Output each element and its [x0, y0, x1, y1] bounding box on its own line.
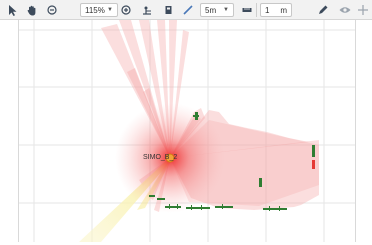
eye-icon[interactable]: [339, 0, 351, 20]
obstacle: [165, 206, 181, 208]
select-arrow-icon[interactable]: [6, 0, 18, 20]
crosshair-icon[interactable]: [357, 0, 369, 20]
obstacle: [157, 198, 165, 200]
obstacle: [263, 208, 287, 210]
pen-icon[interactable]: [317, 0, 329, 20]
grid-size-value: 1: [265, 5, 270, 15]
pan-hand-icon[interactable]: [26, 0, 38, 20]
pose-estimate-icon[interactable]: [141, 0, 153, 20]
zoom-out-icon[interactable]: [46, 0, 58, 20]
obstacle: [193, 115, 199, 117]
chevron-down-icon: ▼: [107, 7, 113, 13]
grid-size-field[interactable]: 1 m: [260, 3, 292, 17]
obstacle: [215, 206, 233, 208]
map-layers: [19, 20, 355, 242]
map-toolbar: 115% ▼ 5m ▼ 1 m: [0, 0, 372, 20]
chevron-down-icon: ▼: [223, 7, 229, 13]
obstacle: [259, 178, 262, 187]
length-value: 5m: [205, 5, 217, 15]
measure-icon[interactable]: [182, 0, 194, 20]
marker-icon[interactable]: [162, 0, 174, 20]
map-canvas[interactable]: SIMO_B_2: [18, 20, 356, 242]
obstacle: [186, 207, 210, 209]
obstacle: [149, 195, 155, 197]
ruler-icon[interactable]: [241, 0, 253, 20]
length-select[interactable]: 5m ▼: [200, 3, 234, 17]
grid-size-unit: m: [280, 5, 287, 15]
obstacle-alert-marker: [312, 160, 315, 169]
zoom-select[interactable]: 115% ▼: [80, 3, 118, 17]
toolbar-divider: [256, 3, 257, 17]
obstacle: [312, 145, 315, 157]
robot-name-label: SIMO_B_2: [143, 154, 178, 161]
zoom-in-icon[interactable]: [120, 0, 132, 20]
zoom-value: 115%: [85, 5, 105, 15]
